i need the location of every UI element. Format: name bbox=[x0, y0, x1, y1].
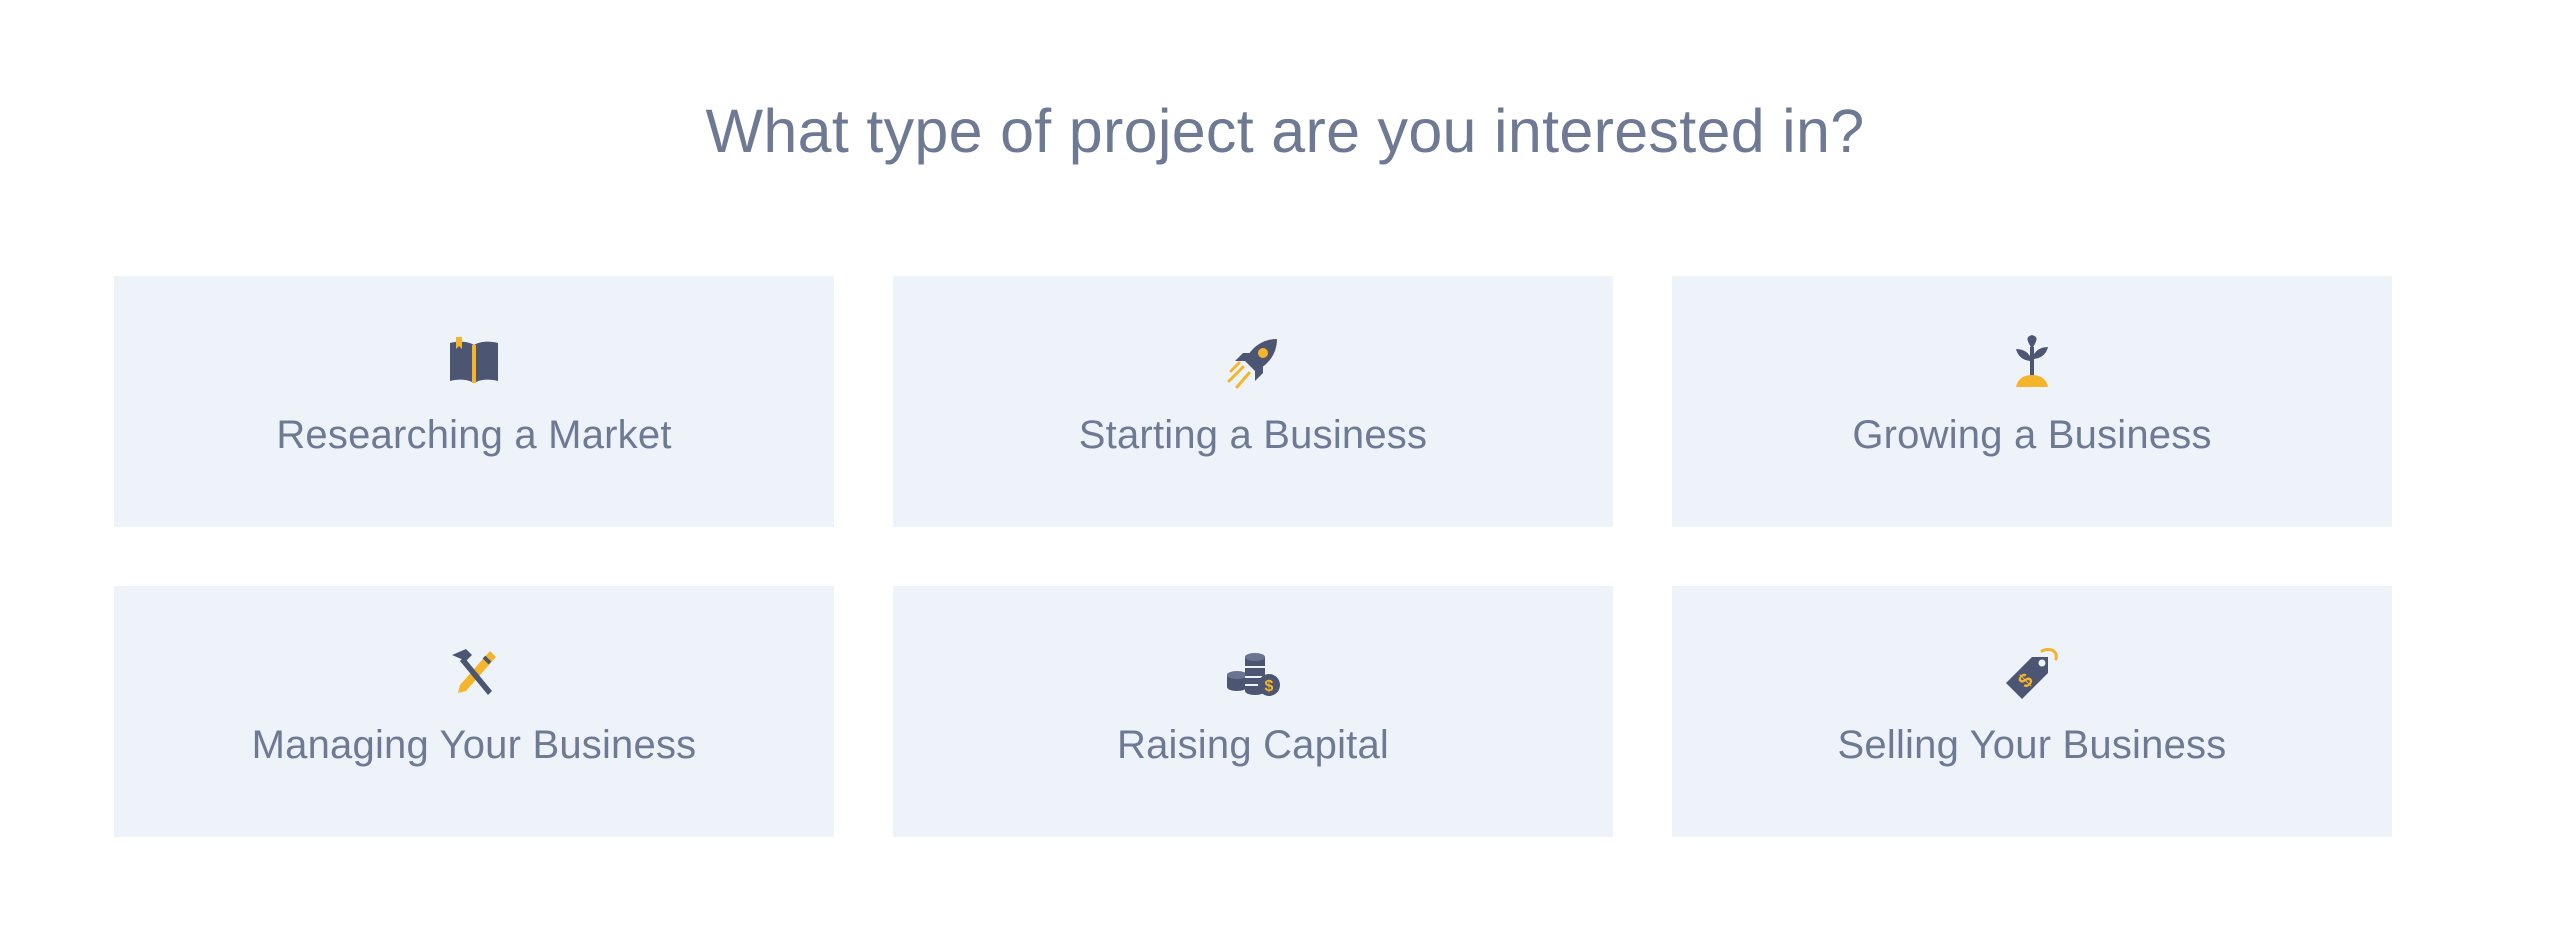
option-researching-market[interactable]: Researching a Market bbox=[114, 276, 834, 527]
price-tag-icon: $ bbox=[2002, 643, 2062, 703]
sprout-icon bbox=[2002, 333, 2062, 393]
option-selling-business[interactable]: $ Selling Your Business bbox=[1672, 586, 2392, 837]
option-starting-business[interactable]: Starting a Business bbox=[893, 276, 1613, 527]
option-label: Growing a Business bbox=[1852, 413, 2212, 457]
rocket-icon bbox=[1223, 333, 1283, 393]
page-title: What type of project are you interested … bbox=[705, 97, 1865, 165]
project-options-grid: Researching a Market Starting a Business bbox=[114, 276, 2394, 837]
option-label: Selling Your Business bbox=[1837, 723, 2227, 767]
option-growing-business[interactable]: Growing a Business bbox=[1672, 276, 2392, 527]
book-icon bbox=[444, 333, 504, 393]
option-label: Researching a Market bbox=[276, 413, 672, 457]
option-label: Raising Capital bbox=[1116, 723, 1390, 767]
tools-icon bbox=[444, 643, 504, 703]
coins-icon: $ bbox=[1223, 643, 1283, 703]
option-label: Managing Your Business bbox=[251, 723, 697, 767]
svg-text:$: $ bbox=[1265, 678, 1274, 695]
project-type-page: What type of project are you interested … bbox=[0, 0, 2570, 934]
option-managing-business[interactable]: Managing Your Business bbox=[114, 586, 834, 837]
option-label: Starting a Business bbox=[1078, 413, 1428, 457]
option-raising-capital[interactable]: $ Raising Capital bbox=[893, 586, 1613, 837]
